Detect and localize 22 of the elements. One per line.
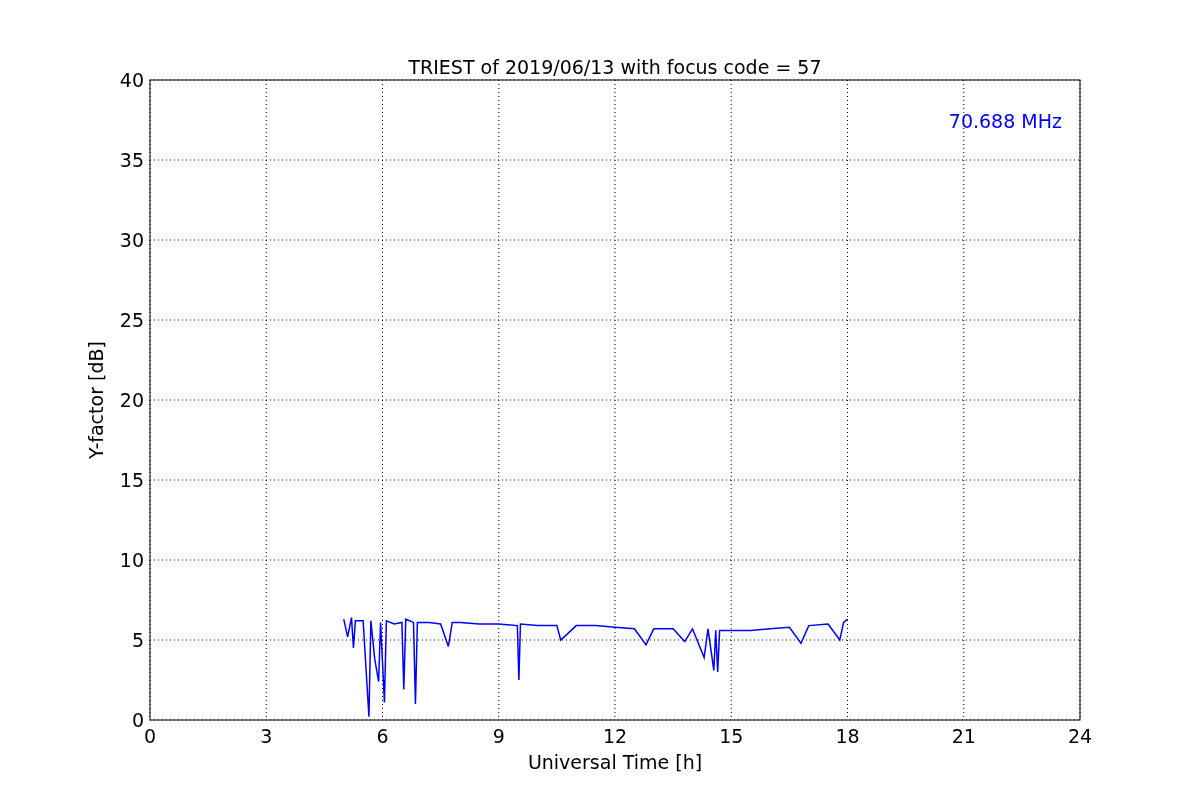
legend-label: 70.688 MHz (948, 110, 1062, 132)
tick-label: 6 (376, 725, 389, 747)
tick-label: 21 (951, 725, 976, 747)
tick-label: 5 (131, 629, 144, 651)
chart-title: TRIEST of 2019/06/13 with focus code = 57 (408, 56, 822, 78)
tick-label: 9 (492, 725, 505, 747)
tick-label: 12 (602, 725, 628, 747)
tick-label: 15 (119, 469, 144, 491)
tick-label: 3 (260, 725, 273, 747)
tick-label: 24 (1067, 725, 1093, 747)
tick-label: 15 (719, 725, 744, 747)
tick-label: 30 (119, 229, 144, 251)
tick-label: 0 (131, 709, 144, 731)
tick-label: 18 (835, 725, 860, 747)
y-axis-label: Y-factor [dB] (85, 341, 107, 459)
tick-label: 0 (143, 725, 157, 747)
tick-label: 40 (119, 69, 144, 91)
x-axis-label: Universal Time [h] (527, 751, 703, 773)
tick-label: 20 (119, 389, 144, 411)
tick-label: 10 (119, 549, 144, 571)
tick-label: 25 (119, 309, 144, 331)
tick-label: 35 (119, 149, 144, 171)
